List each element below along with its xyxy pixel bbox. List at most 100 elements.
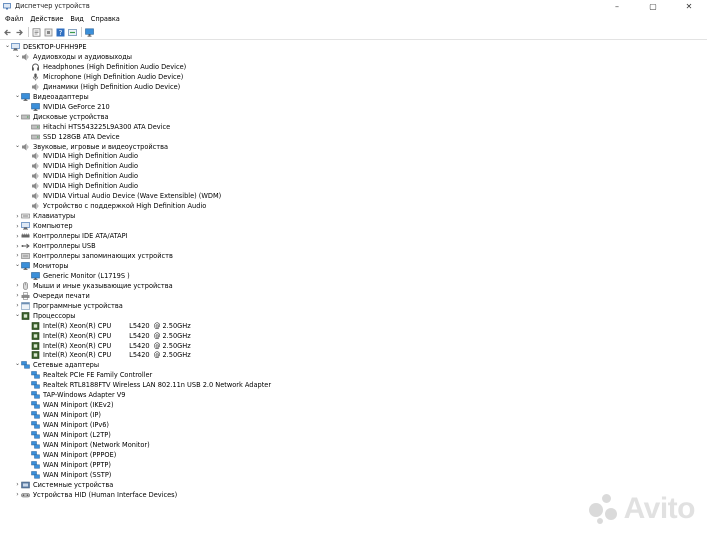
device-processor[interactable]: Intel(R) Xeon(R) CPU L5420 @ 2.50GHz bbox=[24, 350, 191, 360]
device-audio-io[interactable]: Headphones (High Definition Audio Device… bbox=[24, 62, 186, 72]
device-network-adapter[interactable]: WAN Miniport (IP) bbox=[24, 410, 101, 420]
menu-help[interactable]: Справка bbox=[91, 15, 120, 23]
device-network-adapter[interactable]: WAN Miniport (PPTP) bbox=[24, 460, 111, 470]
device-monitor[interactable]: Generic Monitor (L1719S ) bbox=[24, 271, 130, 281]
monitor-icon[interactable] bbox=[85, 28, 94, 37]
collapse-chevron-icon[interactable]: ⌄ bbox=[4, 41, 11, 51]
category-print-queues[interactable]: › Очереди печати bbox=[14, 291, 90, 301]
display-icon bbox=[31, 102, 40, 111]
collapse-chevron-icon[interactable]: ⌄ bbox=[14, 50, 21, 60]
device-audio-io[interactable]: Динамики (High Definition Audio Device) bbox=[24, 82, 180, 92]
category-mice[interactable]: › Мыши и иные указывающие устройства bbox=[14, 281, 173, 291]
category-hid[interactable]: › Устройства HID (Human Interface Devices… bbox=[14, 490, 177, 500]
tree-item-label: Контроллеры IDE ATA/ATAPI bbox=[33, 232, 128, 241]
device-sound[interactable]: NVIDIA High Definition Audio bbox=[24, 161, 138, 171]
category-ide-controllers[interactable]: › Контроллеры IDE ATA/ATAPI bbox=[14, 231, 128, 241]
collapse-chevron-icon[interactable]: ⌄ bbox=[14, 110, 21, 120]
device-sound[interactable]: NVIDIA High Definition Audio bbox=[24, 171, 138, 181]
category-keyboards[interactable]: › Клавиатуры bbox=[14, 211, 75, 221]
collapse-chevron-icon[interactable]: ⌄ bbox=[14, 140, 21, 150]
help-icon[interactable]: ? bbox=[56, 28, 65, 37]
device-processor[interactable]: Intel(R) Xeon(R) CPU L5420 @ 2.50GHz bbox=[24, 341, 191, 351]
device-network-adapter[interactable]: WAN Miniport (Network Monitor) bbox=[24, 440, 150, 450]
display-icon bbox=[31, 272, 40, 280]
category-sound-video-game[interactable]: ⌄ Звуковые, игровые и видеоустройства bbox=[14, 142, 168, 152]
back-icon[interactable] bbox=[3, 28, 12, 37]
category-processors[interactable]: ⌄ Процессоры bbox=[14, 311, 75, 321]
expand-chevron-icon[interactable]: › bbox=[14, 241, 21, 251]
collapse-chevron-icon[interactable]: ⌄ bbox=[14, 309, 21, 319]
device-network-adapter[interactable]: Realtek PCIe FE Family Controller bbox=[24, 370, 152, 380]
device-network-adapter[interactable]: TAP-Windows Adapter V9 bbox=[24, 390, 125, 400]
tree-item-label: Клавиатуры bbox=[33, 212, 76, 221]
speaker-icon bbox=[31, 192, 40, 200]
network-icon bbox=[31, 451, 40, 459]
collapse-chevron-icon[interactable]: ⌄ bbox=[14, 90, 21, 100]
category-network-adapters[interactable]: ⌄ Сетевые адаптеры bbox=[14, 360, 99, 370]
expand-chevron-icon[interactable]: › bbox=[14, 231, 21, 241]
device-network-adapter[interactable]: Realtek RTL8188FTV Wireless LAN 802.11n … bbox=[24, 380, 271, 390]
menu-view[interactable]: Вид bbox=[70, 15, 83, 23]
maximize-button[interactable]: ▢ bbox=[635, 0, 671, 12]
menu-action[interactable]: Действие bbox=[30, 15, 63, 23]
expand-chevron-icon[interactable]: › bbox=[14, 221, 21, 231]
device-network-adapter[interactable]: WAN Miniport (L2TP) bbox=[24, 430, 111, 440]
tree-item-label: Мыши и иные указывающие устройства bbox=[33, 281, 173, 290]
device-sound[interactable]: NVIDIA High Definition Audio bbox=[24, 151, 138, 161]
tree-item-label: Intel(R) Xeon(R) CPU bbox=[43, 341, 112, 350]
device-network-adapter[interactable]: WAN Miniport (IKEv2) bbox=[24, 400, 114, 410]
category-computer[interactable]: › Компьютер bbox=[14, 221, 72, 231]
category-system-devices[interactable]: › Системные устройства bbox=[14, 480, 113, 490]
minimize-button[interactable]: – bbox=[599, 0, 635, 12]
device-processor[interactable]: Intel(R) Xeon(R) CPU L5420 @ 2.50GHz bbox=[24, 321, 191, 331]
tree-item-label: WAN Miniport (PPTP) bbox=[43, 460, 111, 469]
network-icon bbox=[31, 441, 40, 449]
scan-icon[interactable] bbox=[68, 28, 77, 37]
toolbar: ? bbox=[0, 25, 707, 40]
expand-chevron-icon[interactable]: › bbox=[14, 490, 21, 500]
tree-item-label: WAN Miniport (IP) bbox=[43, 411, 101, 420]
tree-item-label: NVIDIA High Definition Audio bbox=[43, 172, 139, 181]
expand-chevron-icon[interactable]: › bbox=[14, 480, 21, 490]
category-disk-drives[interactable]: ⌄ Дисковые устройства bbox=[14, 112, 109, 122]
category-software-devices[interactable]: › Программные устройства bbox=[14, 301, 123, 311]
expand-chevron-icon[interactable]: › bbox=[14, 281, 21, 291]
category-usb-controllers[interactable]: › Контроллеры USB bbox=[14, 241, 95, 251]
expand-chevron-icon[interactable]: › bbox=[14, 291, 21, 301]
device-network-adapter[interactable]: WAN Miniport (PPPOE) bbox=[24, 450, 116, 460]
collapse-chevron-icon[interactable]: ⌄ bbox=[14, 359, 21, 369]
device-network-adapter[interactable]: WAN Miniport (SSTP) bbox=[24, 470, 111, 480]
device-sound[interactable]: Устройство с поддержкой High Definition … bbox=[24, 201, 206, 211]
device-disk-drive[interactable]: Hitachi HTS543225L9A300 ATA Device bbox=[24, 122, 170, 132]
update-driver-icon[interactable] bbox=[44, 28, 53, 37]
category-display-adapters[interactable]: ⌄ Видеоадаптеры bbox=[14, 92, 89, 102]
expand-chevron-icon[interactable]: › bbox=[14, 211, 21, 221]
network-icon bbox=[31, 421, 40, 429]
tree-item-label: Программные устройства bbox=[33, 301, 123, 310]
collapse-chevron-icon[interactable]: ⌄ bbox=[14, 259, 21, 269]
category-storage-controllers[interactable]: › Контроллеры запоминающих устройств bbox=[14, 251, 173, 261]
usb-icon bbox=[21, 242, 30, 250]
properties-icon[interactable] bbox=[32, 27, 41, 37]
tree-item-label: Headphones (High Definition Audio Device… bbox=[43, 62, 187, 71]
device-audio-io[interactable]: Microphone (High Definition Audio Device… bbox=[24, 72, 183, 82]
device-display-adapter[interactable]: NVIDIA GeForce 210 bbox=[24, 102, 110, 112]
device-processor[interactable]: Intel(R) Xeon(R) CPU L5420 @ 2.50GHz bbox=[24, 331, 191, 341]
device-sound[interactable]: NVIDIA Virtual Audio Device (Wave Extens… bbox=[24, 191, 221, 201]
category-monitors[interactable]: ⌄ Мониторы bbox=[14, 261, 69, 271]
category-audio-io[interactable]: ⌄ Аудиовходы и аудиовыходы bbox=[14, 52, 132, 62]
device-sound[interactable]: NVIDIA High Definition Audio bbox=[24, 181, 138, 191]
close-button[interactable]: ✕ bbox=[671, 0, 707, 12]
tree-item-label: Очереди печати bbox=[33, 291, 90, 300]
tree-item-label: Динамики (High Definition Audio Device) bbox=[43, 82, 181, 91]
device-disk-drive[interactable]: SSD 128GB ATA Device bbox=[24, 132, 120, 142]
device-network-adapter[interactable]: WAN Miniport (IPv6) bbox=[24, 420, 109, 430]
network-icon bbox=[31, 381, 40, 389]
cpu-icon bbox=[31, 351, 40, 360]
network-icon bbox=[21, 361, 30, 369]
menu-file[interactable]: Файл bbox=[5, 15, 23, 23]
forward-icon[interactable] bbox=[15, 28, 24, 37]
